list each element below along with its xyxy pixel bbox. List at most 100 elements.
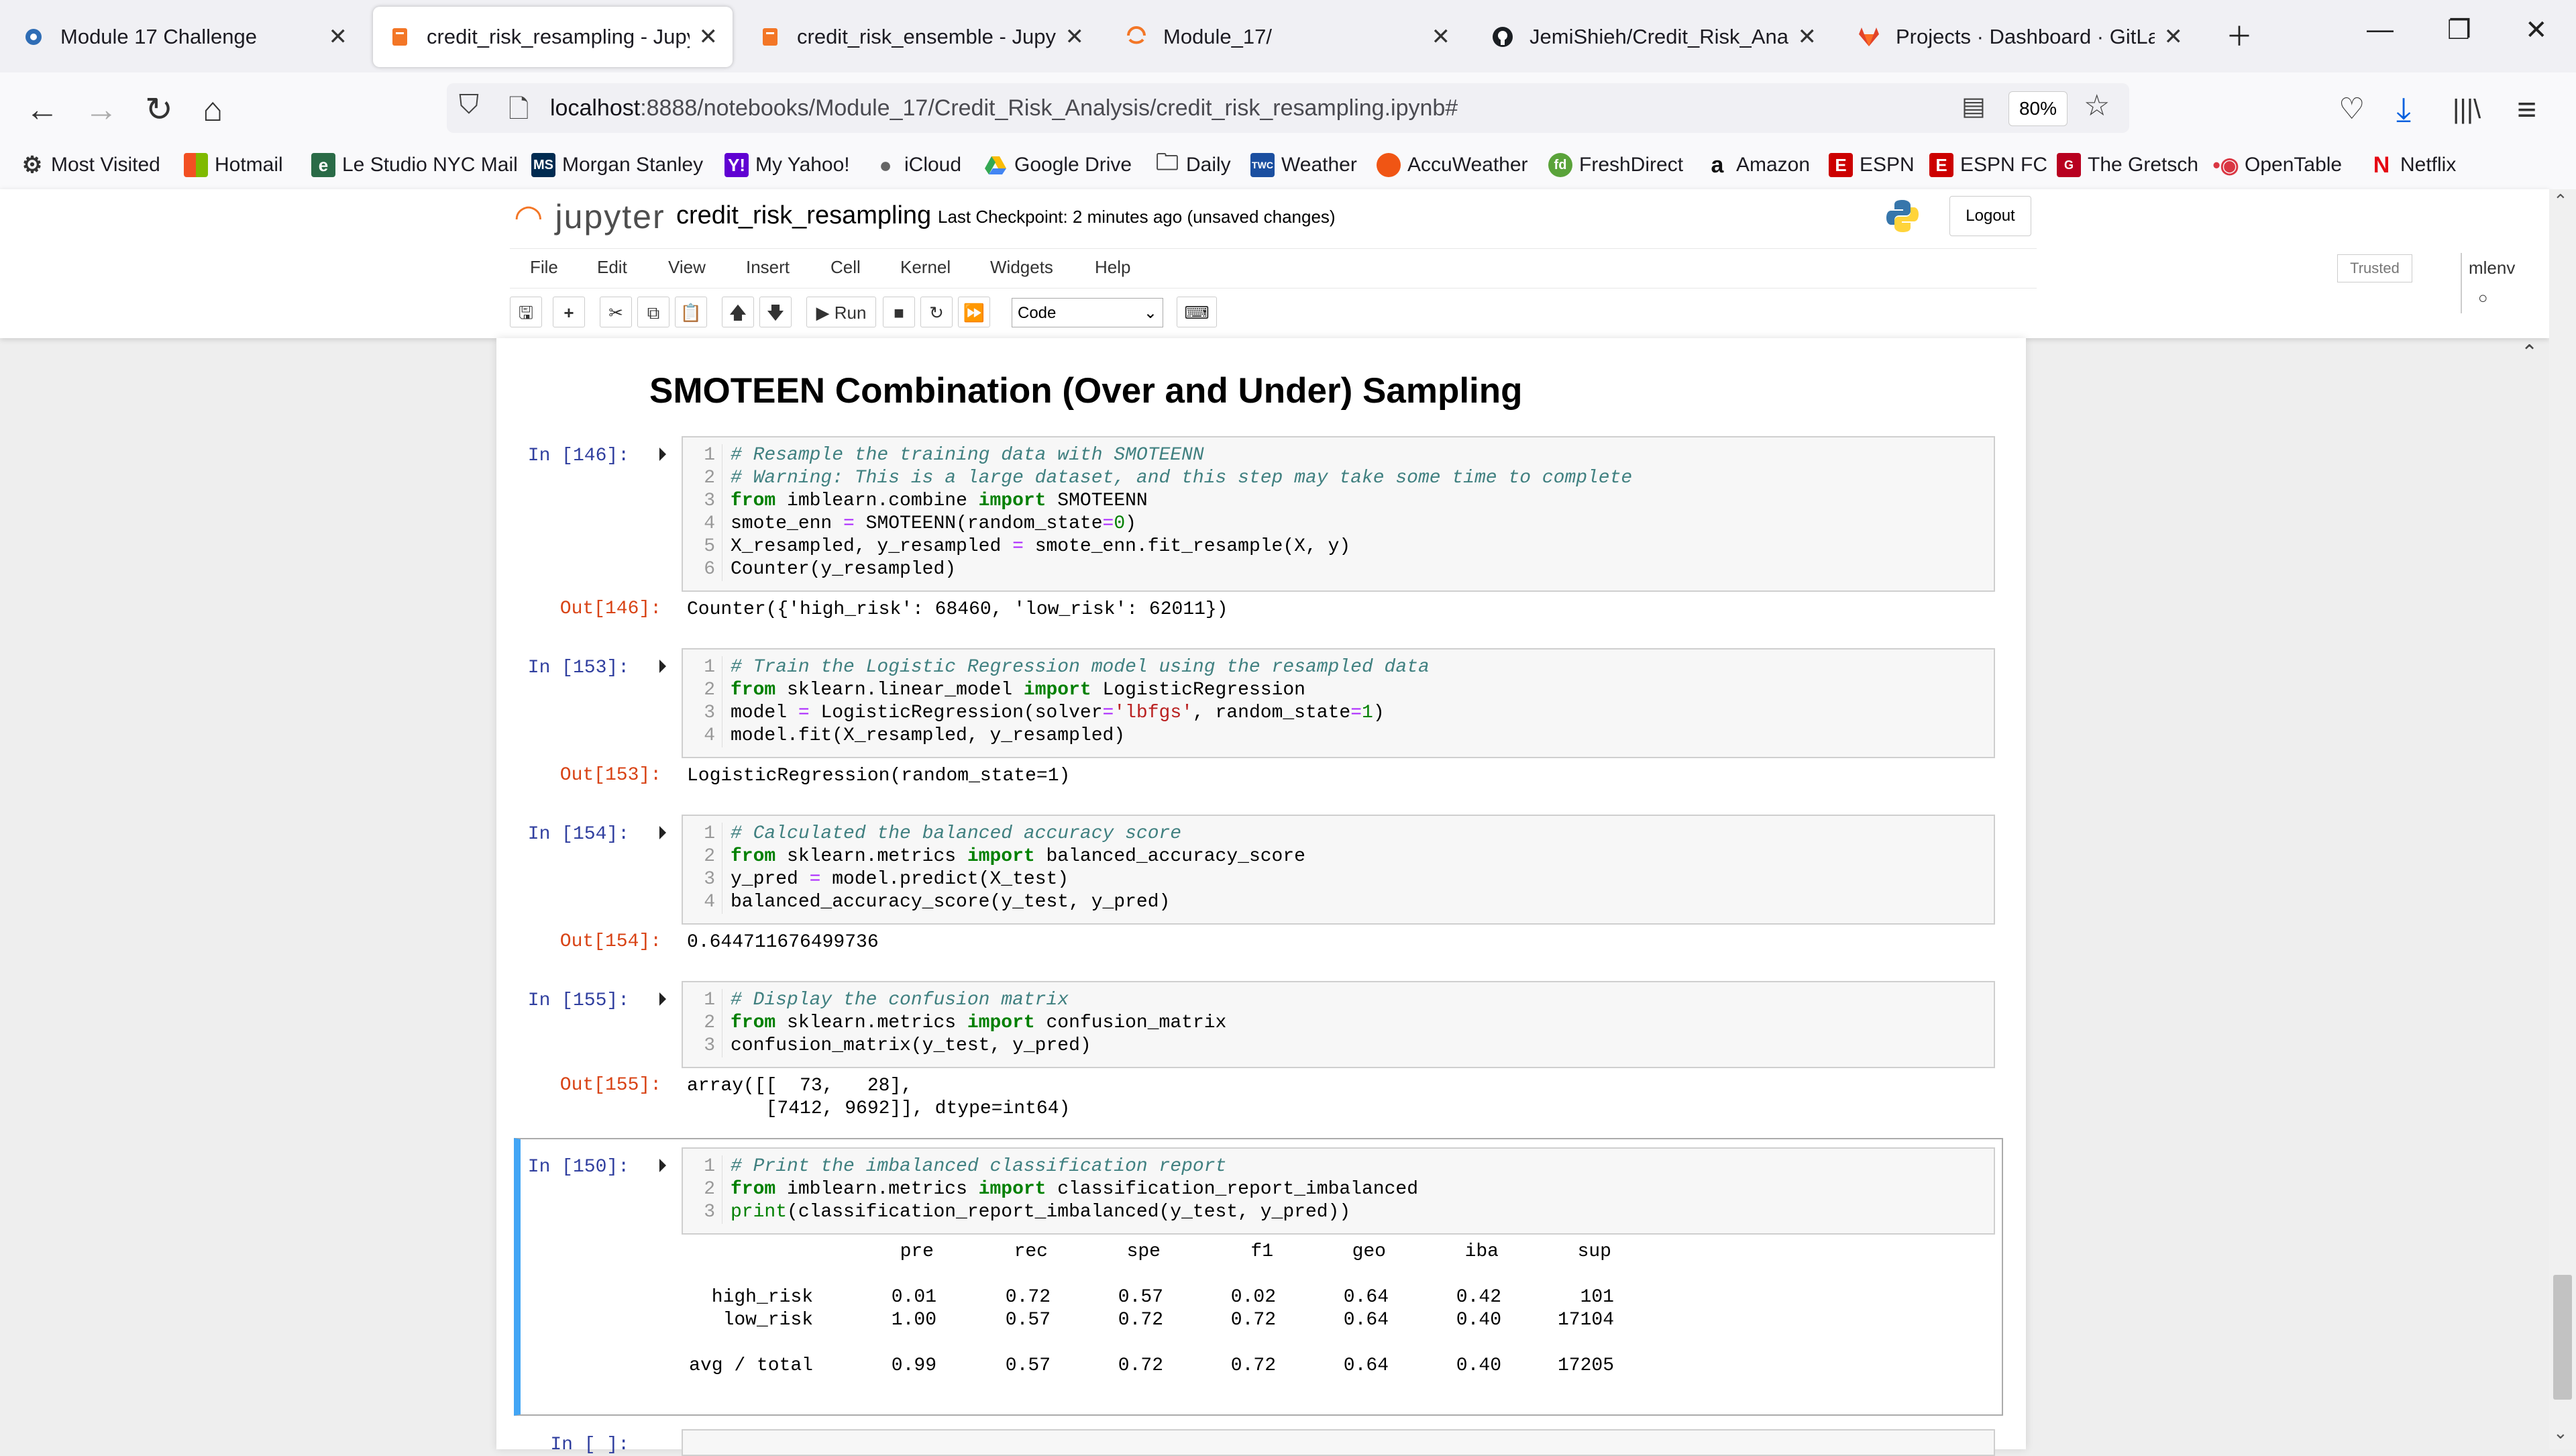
keyboard-icon[interactable]: ⌨	[1177, 297, 1217, 327]
add-cell-icon[interactable]: +	[553, 297, 585, 327]
menu-cell[interactable]: Cell	[830, 257, 861, 278]
bookmark-accuweather[interactable]: AccuWeather	[1377, 153, 1528, 177]
run-button[interactable]: ▶ Run	[806, 297, 876, 327]
tab-github[interactable]: JemiShieh/Credit_Risk_Analysis ✕	[1476, 7, 1831, 67]
bookmark-weather[interactable]: TWC Weather	[1250, 153, 1357, 177]
menu-icon[interactable]: ≡	[2517, 91, 2536, 127]
close-icon[interactable]: ✕	[1798, 23, 1817, 50]
kernel-indicator[interactable]: mlenv ○	[2461, 253, 2515, 313]
bookmark-espn[interactable]: E ESPN	[1829, 153, 1915, 177]
bookmark-label: ESPN	[1860, 154, 1915, 176]
paste-icon[interactable]: 📋	[675, 297, 707, 327]
scrollbar-thumb[interactable]	[2553, 1275, 2572, 1400]
tab-module-17[interactable]: Module_17/ ✕	[1110, 7, 1465, 67]
run-cell-icon[interactable]: ⏵	[657, 1155, 667, 1178]
close-icon[interactable]: ✕	[699, 23, 718, 50]
shield-icon[interactable]: ⛉	[459, 90, 479, 120]
code-cell-input[interactable]: 1 # Calculated the balanced accuracy scor…	[682, 815, 1995, 925]
menu-file[interactable]: File	[530, 257, 558, 278]
reader-view-icon[interactable]: ▤	[1962, 91, 1986, 121]
menu-insert[interactable]: Insert	[746, 257, 790, 278]
run-cell-icon[interactable]: ⏵	[657, 656, 667, 678]
pocket-icon[interactable]: ♡	[2339, 91, 2365, 127]
logout-button[interactable]: Logout	[1949, 196, 2031, 236]
restore-icon[interactable]: ❐	[2447, 15, 2471, 46]
back-arrow-icon[interactable]: ←	[25, 91, 59, 127]
move-up-icon[interactable]: 🡅	[722, 297, 754, 327]
report-value: 0.72	[1118, 1310, 1163, 1331]
tab-gitlab[interactable]: Projects · Dashboard · GitLab ✕	[1842, 7, 2198, 67]
scroll-down-icon[interactable]: ⌄	[2553, 1422, 2568, 1443]
run-cell-icon[interactable]: ⏵	[657, 823, 667, 845]
chevron-up-icon[interactable]: ⌃	[2521, 341, 2538, 364]
bookmark-amazon[interactable]: a Amazon	[1705, 152, 1811, 178]
cell-type-select[interactable]: Code ⌄	[1012, 298, 1163, 327]
run-cell-icon[interactable]: ⏵	[657, 444, 667, 466]
menu-edit[interactable]: Edit	[597, 257, 627, 278]
bookmark-icloud[interactable]: ● iCloud	[873, 153, 961, 177]
bookmark-netflix[interactable]: N Netflix	[2369, 152, 2457, 178]
download-icon[interactable]: ⤓	[2396, 91, 2411, 127]
bookmark-daily[interactable]: 🗀 Daily	[1155, 150, 1231, 177]
report-header: iba	[1464, 1241, 1499, 1262]
library-icon[interactable]: |||\	[2453, 91, 2481, 127]
bookmark-google-drive[interactable]: Google Drive	[983, 153, 1132, 177]
run-cell-icon[interactable]: ⏵	[657, 989, 667, 1011]
tab-module-17-challenge[interactable]: Module 17 Challenge ✕	[7, 7, 362, 67]
bookmark-gretsch[interactable]: G The Gretsch	[2057, 153, 2198, 177]
window-close-icon[interactable]: ✕	[2525, 15, 2548, 46]
code-line: 1 # Display the confusion matrix	[683, 989, 1069, 1012]
menu-help[interactable]: Help	[1095, 257, 1130, 278]
gretsch-icon: G	[2057, 153, 2081, 177]
code-cell-input[interactable]: 1 # Train the Logistic Regression model u…	[682, 648, 1995, 758]
bookmark-most-visited[interactable]: ⚙ Most Visited	[20, 152, 160, 178]
weather-channel-icon: TWC	[1250, 153, 1275, 177]
move-down-icon[interactable]: 🡇	[759, 297, 792, 327]
bookmark-morgan-stanley[interactable]: MS Morgan Stanley	[531, 153, 703, 177]
close-icon[interactable]: ✕	[1065, 23, 1085, 50]
report-value: 0.02	[1230, 1287, 1276, 1308]
code-line: 1 # Train the Logistic Regression model u…	[683, 656, 1430, 679]
menu-widgets[interactable]: Widgets	[990, 257, 1053, 278]
notebook-title[interactable]: credit_risk_resampling	[676, 201, 931, 230]
zoom-level[interactable]: 80%	[2008, 91, 2068, 126]
jupyter-logo[interactable]: ◠ jupyter	[514, 197, 665, 236]
copy-icon[interactable]: ⧉	[637, 297, 669, 327]
studio-icon: e	[311, 153, 335, 177]
star-icon[interactable]: ☆	[2084, 89, 2110, 123]
restart-icon[interactable]: ↻	[920, 297, 953, 327]
close-icon[interactable]: ✕	[329, 23, 348, 50]
output-prompt: Out[154]:	[559, 931, 661, 952]
tab-credit-risk-resampling[interactable]: credit_risk_resampling - Jupyte ✕	[373, 7, 733, 67]
code-cell-input[interactable]: 1 # Resample the training data with SMOTE…	[682, 436, 1995, 592]
stop-icon[interactable]: ■	[883, 297, 915, 327]
home-icon[interactable]: ⌂	[203, 91, 223, 127]
close-icon[interactable]: ✕	[1432, 23, 1451, 50]
code-cell-input[interactable]: 1 # Display the confusion matrix 2 from sk…	[682, 981, 1995, 1068]
bookmark-le-studio[interactable]: e Le Studio NYC Mail	[311, 153, 518, 177]
bookmark-hotmail[interactable]: Hotmail	[184, 153, 283, 177]
bookmark-freshdirect[interactable]: fd FreshDirect	[1548, 153, 1683, 177]
bookmark-opentable[interactable]: •◉ OpenTable	[2212, 153, 2342, 177]
url-text[interactable]: localhost:8888/notebooks/Module_17/Credi…	[550, 95, 1458, 121]
save-icon[interactable]: 🖫	[510, 297, 542, 327]
reload-icon[interactable]: ↻	[145, 91, 173, 127]
scroll-up-icon[interactable]: ⌃	[2553, 191, 2568, 211]
minimize-icon[interactable]: —	[2367, 15, 2394, 45]
code-cell-input[interactable]	[682, 1429, 1995, 1456]
cell-output: 0.644711676499736	[687, 932, 879, 953]
cut-icon[interactable]: ✂	[600, 297, 632, 327]
trusted-indicator[interactable]: Trusted	[2337, 254, 2412, 282]
scrollbar[interactable]	[2549, 189, 2576, 1449]
tab-credit-risk-ensemble[interactable]: credit_risk_ensemble - Jupyter ✕	[743, 7, 1099, 67]
url-bar[interactable]: ⛉ 🗋 localhost:8888/notebooks/Module_17/C…	[447, 83, 2129, 133]
close-icon[interactable]: ✕	[2164, 23, 2184, 50]
code-cell-input[interactable]: 1 # Print the imbalanced classification r…	[682, 1147, 1995, 1235]
forward-arrow-icon[interactable]: →	[85, 91, 118, 127]
new-tab-icon[interactable]: ＋	[2226, 15, 2253, 54]
bookmark-yahoo[interactable]: Y! My Yahoo!	[724, 153, 850, 177]
menu-view[interactable]: View	[668, 257, 706, 278]
fast-forward-icon[interactable]: ⏩	[958, 297, 990, 327]
bookmark-espn-fc[interactable]: E ESPN FC	[1929, 153, 2047, 177]
menu-kernel[interactable]: Kernel	[900, 257, 951, 278]
